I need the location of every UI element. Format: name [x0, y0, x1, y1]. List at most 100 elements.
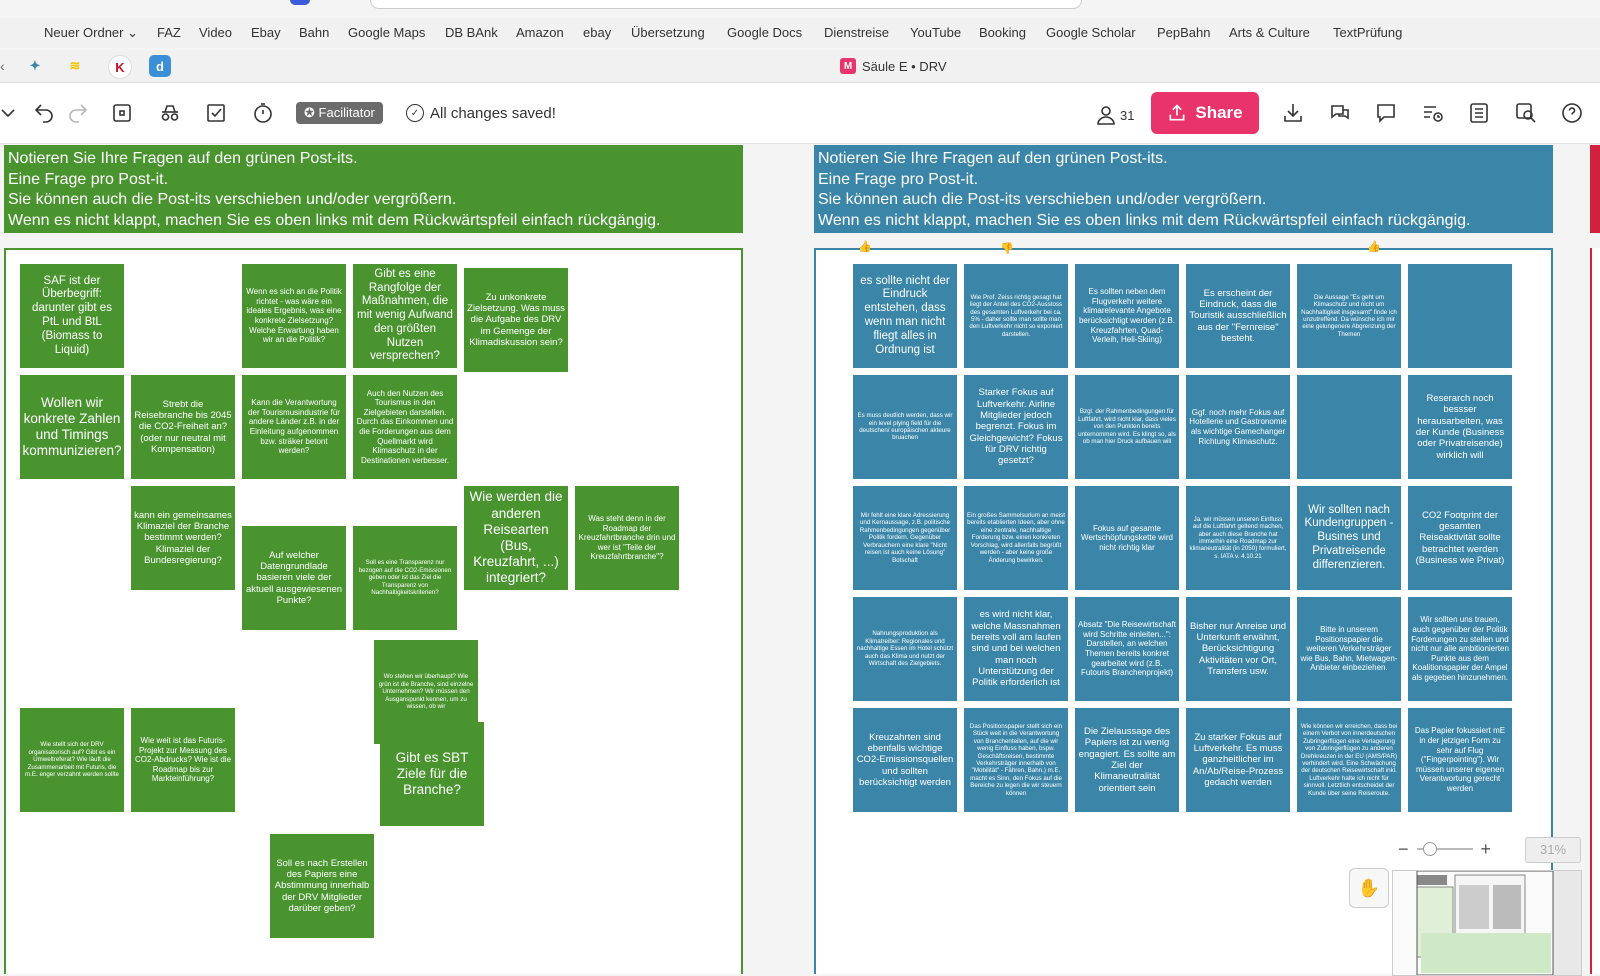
- green-sticky-note[interactable]: Kann die Verantwortung der Tourismusindu…: [242, 375, 346, 479]
- green-sticky-note[interactable]: Gibt es eine Rangfolge der Maßnahmen, di…: [353, 264, 457, 368]
- bookmark-item[interactable]: DB BAnk: [445, 25, 498, 40]
- blue-sticky-note[interactable]: Bitte in unserem Positionspapier die wei…: [1297, 597, 1401, 701]
- blue-sticky-note[interactable]: Es muss deutlich werden, dass wir ein le…: [853, 375, 957, 479]
- download-icon[interactable]: [1279, 99, 1307, 127]
- blue-sticky-note[interactable]: Kreuzahrten sind ebenfalls wichtige CO2-…: [853, 708, 957, 812]
- bookmark-item[interactable]: Bahn: [299, 25, 329, 40]
- zoom-out-icon[interactable]: −: [1398, 839, 1409, 860]
- redo-icon[interactable]: [64, 99, 92, 127]
- blue-sticky-note[interactable]: Es sollten neben dem Flugverkehr weitere…: [1075, 264, 1179, 368]
- green-sticky-note[interactable]: Zu unkonkrete Zielsetzung. Was muss die …: [464, 268, 568, 372]
- blue-sticky-note[interactable]: [1297, 375, 1401, 479]
- green-sticky-note[interactable]: kann ein gemeinsames Klimaziel der Branc…: [131, 486, 235, 590]
- bookmark-item[interactable]: TextPrüfung: [1333, 25, 1402, 40]
- facilitator-badge[interactable]: ✪ Facilitator: [296, 102, 383, 124]
- red-area[interactable]: [1590, 248, 1600, 974]
- blue-sticky-note[interactable]: Ja. wir müssen unseren Einfluss auf die …: [1186, 486, 1290, 590]
- thumbs-up-icon: 👍: [1367, 241, 1381, 253]
- blue-sticky-note[interactable]: Ggf. noch mehr Fokus auf Hotellerie und …: [1186, 375, 1290, 479]
- green-sticky-note[interactable]: Wie weit ist das Futuris-Projekt zur Mes…: [131, 708, 235, 812]
- green-sticky-note[interactable]: Strebt die Reisebranche bis 2045 die CO2…: [131, 375, 235, 479]
- voting-icon[interactable]: [202, 99, 230, 127]
- blue-sticky-note[interactable]: Fokus auf gesamte Wertschöpfungskette wi…: [1075, 486, 1179, 590]
- green-sticky-note[interactable]: Was steht denn in der Roadmap der Kreuzf…: [575, 486, 679, 590]
- blue-sticky-note[interactable]: Zu starker Fokus auf Luftverkehr. Es mus…: [1186, 708, 1290, 812]
- bookmark-item[interactable]: Video: [199, 25, 232, 40]
- undo-icon[interactable]: [30, 99, 58, 127]
- bookmark-item[interactable]: Google Maps: [348, 25, 425, 40]
- blue-sticky-note[interactable]: Das Papier fokussiert mE in der jetzigen…: [1408, 708, 1512, 812]
- private-mode-icon[interactable]: [156, 99, 184, 127]
- bookmark-item[interactable]: Amazon: [516, 25, 564, 40]
- bookmark-item[interactable]: Dienstreise: [824, 25, 889, 40]
- blue-sticky-note[interactable]: Wir sollten nach Kundengruppen - Busines…: [1297, 486, 1401, 590]
- bookmark-item[interactable]: YouTube: [910, 25, 961, 40]
- green-sticky-note[interactable]: Gibt es SBT Ziele für die Branche?: [380, 722, 484, 826]
- green-sticky-note[interactable]: Wie stellt sich der DRV organisatorisch …: [20, 708, 124, 812]
- address-bar[interactable]: [370, 0, 1082, 9]
- chevron-down-icon[interactable]: [0, 99, 22, 127]
- sticky-note-text: Zu starker Fokus auf Luftverkehr. Es mus…: [1192, 731, 1284, 789]
- blue-sticky-note[interactable]: es wird nicht klar, welche Massnahmen be…: [964, 597, 1068, 701]
- blue-sticky-note[interactable]: Wie Prof. Zeiss richtig gesagt hat liegt…: [964, 264, 1068, 368]
- mural-canvas[interactable]: Notieren Sie Ihre Fragen auf den grünen …: [0, 144, 1600, 974]
- blue-sticky-note[interactable]: Es erscheint der Eindruck, dass die Tour…: [1186, 264, 1290, 368]
- chevron-left-icon[interactable]: ‹: [0, 58, 5, 74]
- bookmark-item[interactable]: ebay: [583, 25, 611, 40]
- chat-icon[interactable]: [1326, 99, 1354, 127]
- blue-sticky-note[interactable]: Nahrungsproduktion als Klimatreiber: Reg…: [853, 597, 957, 701]
- help-icon[interactable]: [1558, 99, 1586, 127]
- app-icon-star[interactable]: ✦: [24, 55, 46, 77]
- green-sticky-note[interactable]: Soll es eine Transparenz nur bezogen auf…: [353, 526, 457, 630]
- sticky-note-text: Auf welcher Datengrundlade basieren viel…: [245, 549, 343, 607]
- blue-sticky-note[interactable]: Mir fehlt eine klare Adressierung und Ke…: [853, 486, 957, 590]
- bookmark-item[interactable]: Ebay: [251, 25, 281, 40]
- bookmark-item[interactable]: Google Docs: [727, 25, 802, 40]
- app-icon-k[interactable]: K: [108, 55, 132, 79]
- bookmark-item[interactable]: Booking: [979, 25, 1026, 40]
- zoom-slider-knob[interactable]: [1422, 842, 1437, 856]
- activity-icon[interactable]: [1419, 99, 1447, 127]
- timer-icon[interactable]: [249, 99, 277, 127]
- green-sticky-note[interactable]: Wie werden die anderen Reisearten (Bus, …: [464, 486, 568, 590]
- blue-sticky-note[interactable]: Bzgl. der Rahmenbedingungen für Luftfahr…: [1075, 375, 1179, 479]
- blue-sticky-note[interactable]: [1408, 264, 1512, 368]
- bookmark-item[interactable]: Google Scholar: [1046, 25, 1136, 40]
- zoom-level[interactable]: 31%: [1525, 837, 1581, 863]
- blue-sticky-note[interactable]: Das Positionspapier stellt sich ein Stüc…: [964, 708, 1068, 812]
- zoom-in-icon[interactable]: +: [1481, 839, 1492, 860]
- blue-sticky-note[interactable]: Bisher nur Anreise und Unterkunft erwähn…: [1186, 597, 1290, 701]
- minimap[interactable]: [1392, 870, 1582, 976]
- search-icon[interactable]: [1512, 99, 1540, 127]
- blue-sticky-note[interactable]: Starker Fokus auf Luftverkehr. Airline M…: [964, 375, 1068, 479]
- bookmark-item[interactable]: Übersetzung: [631, 25, 705, 40]
- green-sticky-note[interactable]: Wenn es sich an die Politik richtet - wa…: [242, 264, 346, 368]
- comment-icon[interactable]: [1372, 99, 1400, 127]
- bookmark-item[interactable]: FAZ: [157, 25, 181, 40]
- blue-sticky-note[interactable]: Die Zielaussage des Papiers ist zu wenig…: [1075, 708, 1179, 812]
- blue-sticky-note[interactable]: Die Aussage "Es geht um Klimaschutz und …: [1297, 264, 1401, 368]
- blue-sticky-note[interactable]: Wir sollten uns trauen, auch gegenüber d…: [1408, 597, 1512, 701]
- blue-sticky-note[interactable]: Reserarch noch bessser herausarbeiten, w…: [1408, 375, 1512, 479]
- bookmark-item[interactable]: PepBahn: [1157, 25, 1211, 40]
- blue-sticky-note[interactable]: Ein großes Sammelsurium an meist bereits…: [964, 486, 1068, 590]
- green-sticky-note[interactable]: SAF ist der Überbegriff: darunter gibt e…: [20, 264, 124, 368]
- green-sticky-note[interactable]: Wollen wir konkrete Zahlen und Timings k…: [20, 375, 124, 479]
- app-icon-stripes[interactable]: ≋: [64, 55, 86, 77]
- share-button[interactable]: Share: [1151, 92, 1259, 134]
- outline-icon[interactable]: [1465, 99, 1493, 127]
- bookmark-folder[interactable]: Neuer Ordner ⌄: [44, 25, 138, 41]
- zoom-slider[interactable]: [1416, 842, 1473, 856]
- bookmark-item[interactable]: Arts & Culture: [1229, 25, 1310, 40]
- app-icon-d[interactable]: d: [149, 55, 171, 77]
- collaborators-button[interactable]: 31: [1094, 103, 1134, 127]
- blue-sticky-note[interactable]: Absatz "Die Reisewirtschaft wird Schritt…: [1075, 597, 1179, 701]
- green-sticky-note[interactable]: Soll es nach Erstellen des Papiers eine …: [270, 834, 374, 938]
- blue-sticky-note[interactable]: Wie können wir erreichen, dass bei einem…: [1297, 708, 1401, 812]
- blue-sticky-note[interactable]: CO2 Footprint der gesamten Reiseaktivitä…: [1408, 486, 1512, 590]
- blue-sticky-note[interactable]: es sollte nicht der Eindruck entstehen, …: [853, 264, 957, 368]
- green-sticky-note[interactable]: Auch den Nutzen des Tourismus in den Zie…: [353, 375, 457, 479]
- hand-tool-icon[interactable]: ✋: [1349, 868, 1389, 908]
- green-sticky-note[interactable]: Auf welcher Datengrundlade basieren viel…: [242, 526, 346, 630]
- frame-icon[interactable]: [108, 99, 136, 127]
